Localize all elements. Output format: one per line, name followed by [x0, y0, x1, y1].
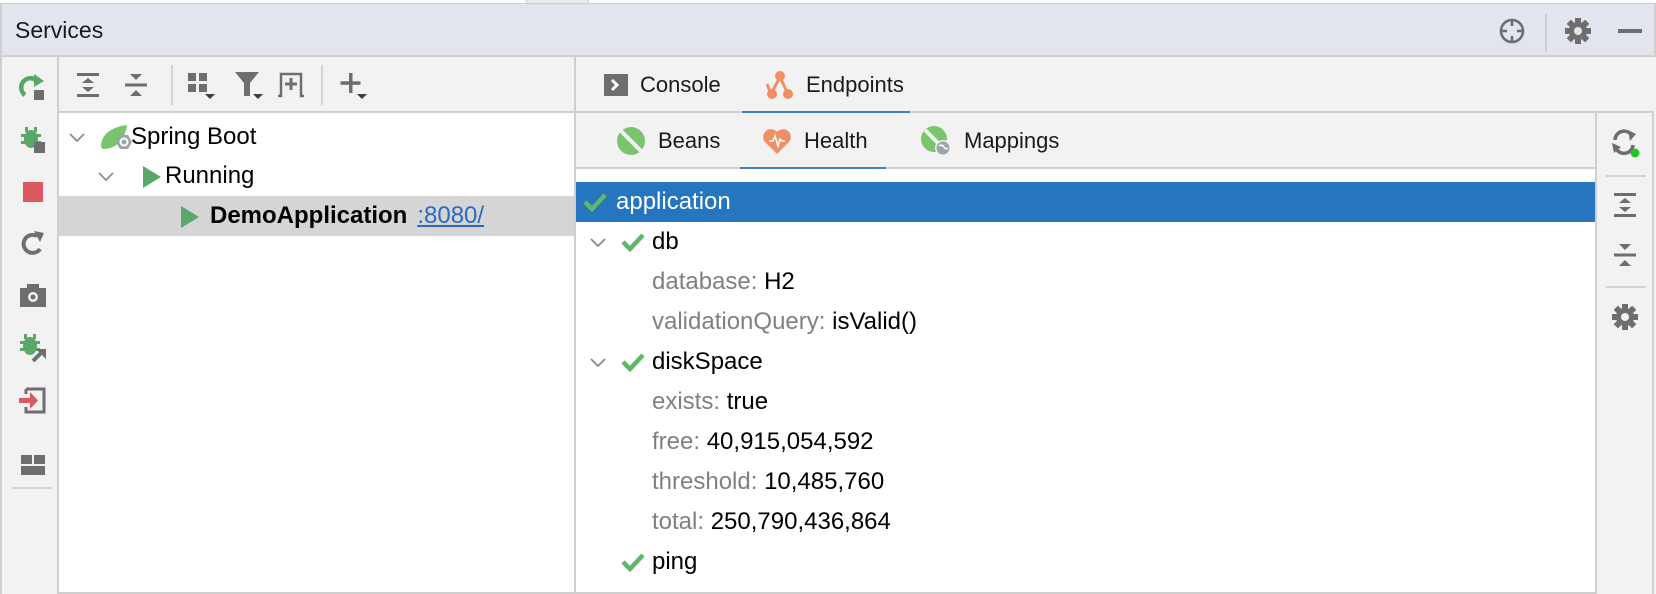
health-node-diskspace[interactable]: diskSpace	[576, 342, 1595, 382]
refresh-icon[interactable]	[1607, 125, 1643, 161]
run-icon	[143, 166, 161, 188]
subtab-beans[interactable]: Beans	[616, 113, 720, 169]
tab-endpoints[interactable]: Endpoints	[742, 57, 910, 115]
health-node-label: db	[652, 228, 679, 255]
run-icon	[181, 206, 199, 228]
tree-node-running[interactable]: Running	[59, 156, 574, 196]
toolbar-separator	[321, 65, 323, 105]
detail-value: 250,790,436,864	[710, 508, 891, 535]
health-icon	[762, 127, 792, 155]
detail-key: threshold:	[652, 468, 758, 495]
expand-all-icon[interactable]	[1607, 187, 1643, 223]
subtab-label: Health	[804, 128, 868, 153]
right-toolbar	[1597, 113, 1654, 594]
rerun-icon[interactable]	[16, 71, 50, 105]
tab-console[interactable]: Console	[600, 57, 725, 113]
health-node-ping[interactable]: ping	[576, 542, 1595, 582]
add-icon[interactable]	[335, 67, 371, 103]
tool-window-title: Services	[15, 17, 104, 43]
toolbar-separator	[1606, 175, 1646, 177]
check-icon	[621, 353, 645, 373]
chevron-down-icon[interactable]	[67, 127, 87, 147]
detail-key: total:	[652, 508, 705, 535]
toolbar-separator	[1606, 286, 1646, 288]
tree-toolbar	[59, 57, 574, 113]
left-toolbar	[0, 57, 59, 594]
detail-value: 40,915,054,592	[706, 428, 874, 455]
health-detail: total: 250,790,436,864	[576, 502, 1595, 542]
subtab-health[interactable]: Health	[740, 113, 886, 171]
endpoints-icon	[766, 70, 794, 100]
health-detail: validationQuery: isValid()	[576, 302, 1595, 342]
tab-label: Console	[640, 72, 721, 97]
header-separator	[1545, 14, 1547, 52]
gear-icon[interactable]	[1607, 299, 1643, 335]
detail-value: H2	[764, 268, 795, 295]
check-icon	[621, 553, 645, 573]
chevron-down-icon[interactable]	[96, 166, 116, 186]
services-tree: Spring Boot Running DemoApplication :8080…	[59, 113, 574, 594]
crosshair-icon[interactable]	[1497, 16, 1527, 46]
beans-icon	[616, 126, 646, 156]
health-detail: exists: true	[576, 382, 1595, 422]
restart-icon[interactable]	[16, 227, 50, 261]
chevron-down-icon[interactable]	[588, 232, 608, 252]
details-tabs: Console Endpoints	[576, 57, 1654, 115]
check-icon	[583, 193, 607, 213]
toolbar-separator	[12, 487, 52, 489]
detail-key: database:	[652, 268, 758, 295]
health-detail: threshold: 10,485,760	[576, 462, 1595, 502]
health-node-label: ping	[652, 548, 698, 575]
detail-value: isValid()	[832, 308, 918, 335]
camera-icon[interactable]	[16, 279, 50, 313]
layout-icon[interactable]	[16, 448, 50, 482]
health-detail: free: 40,915,054,592	[576, 422, 1595, 462]
collapse-all-icon[interactable]	[1607, 237, 1643, 273]
detail-value: true	[726, 388, 769, 415]
stop-icon[interactable]	[16, 175, 50, 209]
tree-node-spring-boot[interactable]: Spring Boot	[59, 117, 574, 157]
health-node-application[interactable]: application	[576, 182, 1595, 222]
group-icon[interactable]	[183, 67, 219, 103]
debug-icon[interactable]	[16, 123, 50, 157]
check-icon	[621, 233, 645, 253]
health-tree: application db database: H2 validationQu…	[576, 169, 1595, 594]
subtab-mappings[interactable]: Mappings	[920, 113, 1059, 169]
toolbar-separator	[171, 65, 173, 105]
health-node-label: application	[616, 188, 731, 215]
tree-node-demo-application[interactable]: DemoApplication :8080/	[59, 196, 574, 236]
detail-key: free:	[652, 428, 701, 455]
subtab-label: Beans	[658, 128, 721, 153]
chevron-down-icon[interactable]	[588, 352, 608, 372]
filter-icon[interactable]	[231, 67, 267, 103]
attach-debugger-icon[interactable]	[16, 331, 50, 365]
open-in-tab-icon[interactable]	[273, 67, 309, 103]
gear-icon[interactable]	[1563, 16, 1593, 46]
console-icon	[604, 74, 628, 96]
detail-key: validationQuery:	[652, 308, 826, 335]
collapse-all-icon[interactable]	[118, 67, 154, 103]
endpoint-subtabs: Beans Health Mappings	[576, 113, 1596, 171]
mappings-icon	[920, 125, 952, 157]
tool-window-header: Services	[0, 4, 1656, 57]
tree-node-label: Spring Boot	[131, 123, 257, 150]
tree-node-label: Running	[165, 162, 255, 189]
tree-node-label: DemoApplication	[210, 202, 408, 229]
detail-value: 10,485,760	[764, 468, 885, 495]
tab-label: Endpoints	[806, 72, 904, 97]
minimize-icon[interactable]	[1615, 16, 1645, 46]
subtab-label: Mappings	[964, 128, 1060, 153]
app-port-link[interactable]: :8080/	[417, 202, 484, 229]
expand-all-icon[interactable]	[70, 67, 106, 103]
health-node-label: diskSpace	[652, 348, 763, 375]
detail-key: exists:	[652, 388, 721, 415]
spring-boot-icon	[101, 125, 132, 149]
exit-icon[interactable]	[16, 383, 50, 417]
health-detail: database: H2	[576, 262, 1595, 302]
health-node-db[interactable]: db	[576, 222, 1595, 262]
